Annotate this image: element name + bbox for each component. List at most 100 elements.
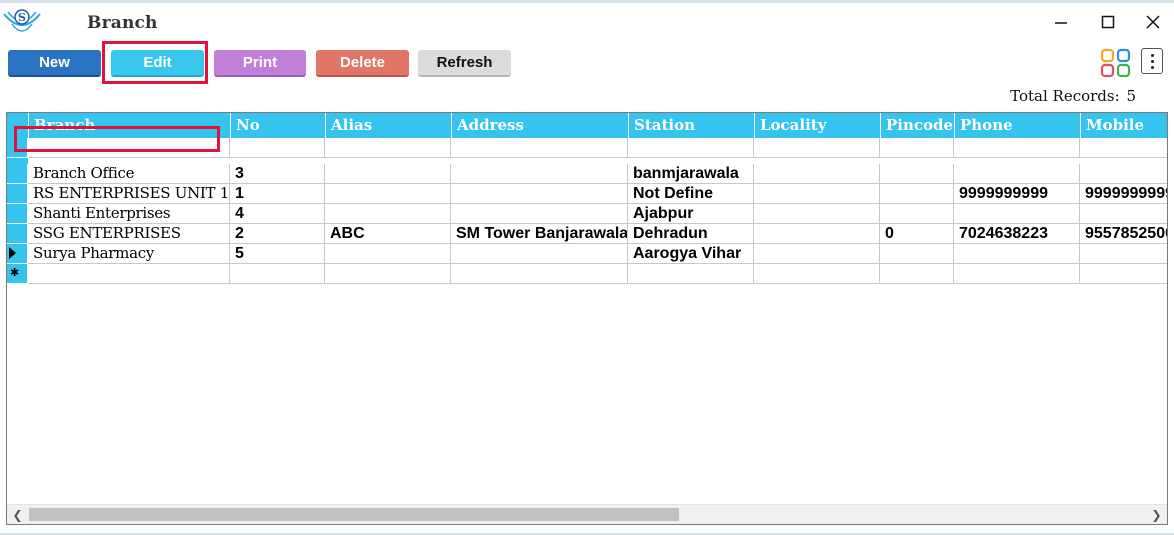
cell-phone[interactable] xyxy=(954,244,1080,264)
grid-corner[interactable] xyxy=(7,113,29,138)
cell-alias[interactable] xyxy=(325,264,451,284)
cell-station[interactable]: Dehradun xyxy=(628,224,754,244)
new-record-row[interactable]: ✱ xyxy=(7,264,1167,284)
column-header-mobile[interactable]: Mobile xyxy=(1081,113,1167,138)
table-row[interactable]: RS ENTERPRISES UNIT 1 1 Not Define 99999999… xyxy=(7,184,1167,204)
row-header[interactable] xyxy=(7,164,28,184)
cell-mobile[interactable] xyxy=(1080,164,1167,184)
row-header[interactable] xyxy=(7,184,28,204)
cell-mobile[interactable] xyxy=(1080,264,1167,284)
column-header-pincode[interactable]: Pincode xyxy=(881,113,955,138)
cell-branch[interactable]: SSG ENTERPRISES xyxy=(28,224,230,244)
cell-mobile[interactable]: 9557852500 xyxy=(1080,224,1167,244)
cell-pincode[interactable] xyxy=(880,264,954,284)
cell-no[interactable]: 4 xyxy=(230,204,325,224)
table-row[interactable]: Shanti Enterprises 4 Ajabpur xyxy=(7,204,1167,224)
cell-no[interactable] xyxy=(230,264,325,284)
row-header[interactable] xyxy=(7,204,28,224)
cell-locality[interactable] xyxy=(754,224,880,244)
filter-cell-mobile[interactable] xyxy=(1080,138,1167,158)
filter-cell-pincode[interactable] xyxy=(880,138,954,158)
cell-no[interactable]: 5 xyxy=(230,244,325,264)
cell-pincode[interactable] xyxy=(880,244,954,264)
cell-address[interactable] xyxy=(451,264,628,284)
cell-locality[interactable] xyxy=(754,264,880,284)
close-button[interactable] xyxy=(1138,9,1168,35)
filter-cell-no[interactable] xyxy=(230,138,325,158)
column-header-locality[interactable]: Locality xyxy=(755,113,881,138)
column-header-no[interactable]: No xyxy=(231,113,326,138)
table-row[interactable]: Surya Pharmacy 5 Aarogya Vihar xyxy=(7,244,1167,264)
cell-locality[interactable] xyxy=(754,204,880,224)
cell-branch[interactable] xyxy=(28,264,230,284)
cell-mobile[interactable] xyxy=(1080,244,1167,264)
branch-grid[interactable]: Branch No Alias Address Station Locality Pinco… xyxy=(6,112,1168,525)
column-header-alias[interactable]: Alias xyxy=(326,113,452,138)
cell-pincode[interactable] xyxy=(880,164,954,184)
cell-mobile[interactable] xyxy=(1080,204,1167,224)
cell-pincode[interactable]: 0 xyxy=(880,224,954,244)
cell-station[interactable]: Ajabpur xyxy=(628,204,754,224)
cell-mobile[interactable]: 9999999999 xyxy=(1080,184,1167,204)
cell-locality[interactable] xyxy=(754,184,880,204)
refresh-button[interactable]: Refresh xyxy=(418,50,511,77)
cell-address[interactable] xyxy=(451,164,628,184)
column-header-branch[interactable]: Branch xyxy=(29,113,231,138)
cell-station[interactable]: Not Define xyxy=(628,184,754,204)
scrollbar-thumb[interactable] xyxy=(29,508,679,521)
apps-grid-icon[interactable] xyxy=(1099,48,1133,78)
cell-alias[interactable] xyxy=(325,164,451,184)
filter-row[interactable] xyxy=(7,138,1167,158)
cell-branch[interactable]: RS ENTERPRISES UNIT 1 xyxy=(28,184,230,204)
cell-address[interactable] xyxy=(451,204,628,224)
cell-no[interactable]: 2 xyxy=(230,224,325,244)
scroll-left-icon[interactable]: ❮ xyxy=(9,506,26,523)
new-button[interactable]: New xyxy=(8,50,101,77)
cell-alias[interactable]: ABC xyxy=(325,224,451,244)
row-header[interactable]: ✱ xyxy=(7,264,28,284)
cell-alias[interactable] xyxy=(325,184,451,204)
cell-branch[interactable]: Surya Pharmacy xyxy=(28,244,230,264)
cell-pincode[interactable] xyxy=(880,184,954,204)
table-row[interactable]: Branch Office 3 banmjarawala xyxy=(7,164,1167,184)
cell-address[interactable] xyxy=(451,244,628,264)
horizontal-scrollbar[interactable]: ❮ ❯ xyxy=(7,504,1167,524)
cell-station[interactable]: banmjarawala xyxy=(628,164,754,184)
cell-address[interactable] xyxy=(451,184,628,204)
cell-locality[interactable] xyxy=(754,164,880,184)
edit-button[interactable]: Edit xyxy=(111,50,204,77)
row-header[interactable] xyxy=(7,244,28,264)
cell-phone[interactable] xyxy=(954,164,1080,184)
cell-station[interactable]: Aarogya Vihar xyxy=(628,244,754,264)
cell-locality[interactable] xyxy=(754,244,880,264)
cell-branch[interactable]: Shanti Enterprises xyxy=(28,204,230,224)
filter-cell-address[interactable] xyxy=(451,138,628,158)
filter-cell-alias[interactable] xyxy=(325,138,451,158)
cell-alias[interactable] xyxy=(325,204,451,224)
filter-cell-phone[interactable] xyxy=(954,138,1080,158)
cell-phone[interactable] xyxy=(954,264,1080,284)
cell-phone[interactable]: 9999999999 xyxy=(954,184,1080,204)
filter-cell-station[interactable] xyxy=(628,138,754,158)
column-header-address[interactable]: Address xyxy=(452,113,629,138)
row-header[interactable] xyxy=(7,224,28,244)
column-header-station[interactable]: Station xyxy=(629,113,755,138)
cell-phone[interactable]: 7024638223 xyxy=(954,224,1080,244)
cell-branch[interactable]: Branch Office xyxy=(28,164,230,184)
cell-phone[interactable] xyxy=(954,204,1080,224)
delete-button[interactable]: Delete xyxy=(316,50,409,77)
scroll-right-icon[interactable]: ❯ xyxy=(1148,506,1165,523)
cell-no[interactable]: 3 xyxy=(230,164,325,184)
row-header[interactable] xyxy=(7,138,28,158)
minimize-button[interactable] xyxy=(1046,9,1076,35)
column-header-phone[interactable]: Phone xyxy=(955,113,1081,138)
print-button[interactable]: Print xyxy=(214,50,306,77)
maximize-button[interactable] xyxy=(1093,9,1123,35)
cell-pincode[interactable] xyxy=(880,204,954,224)
cell-no[interactable]: 1 xyxy=(230,184,325,204)
cell-station[interactable] xyxy=(628,264,754,284)
filter-cell-locality[interactable] xyxy=(754,138,880,158)
table-row[interactable]: SSG ENTERPRISES 2 ABC SM Tower Banjarawala D… xyxy=(7,224,1167,244)
cell-address[interactable]: SM Tower Banjarawala xyxy=(451,224,628,244)
cell-alias[interactable] xyxy=(325,244,451,264)
